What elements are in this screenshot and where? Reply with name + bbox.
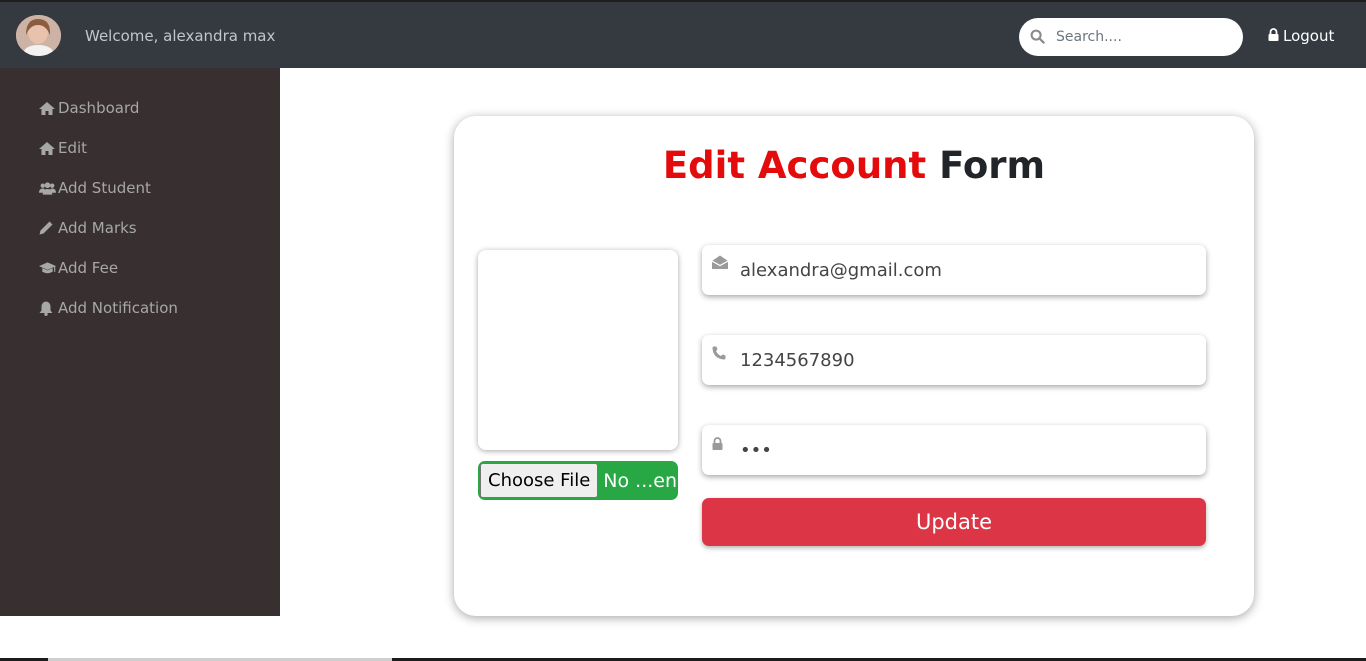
sidebar-item-add-student[interactable]: Add Student <box>39 177 151 199</box>
logout-button[interactable]: Logout <box>1268 27 1334 45</box>
file-input[interactable]: Choose File No ...en <box>478 461 678 500</box>
email-field[interactable] <box>702 245 1206 295</box>
search-box[interactable] <box>1019 18 1243 56</box>
lock-icon <box>1268 27 1279 45</box>
avatar[interactable] <box>16 15 61 56</box>
sidebar-item-add-fee[interactable]: Add Fee <box>39 257 118 279</box>
phone-field[interactable] <box>702 335 1206 385</box>
users-icon <box>39 180 56 196</box>
password-input[interactable] <box>740 435 1190 465</box>
sidebar-item-add-notification[interactable]: Add Notification <box>39 297 178 319</box>
sidebar-item-edit[interactable]: Edit <box>39 137 87 159</box>
sidebar-item-label: Add Fee <box>58 259 119 277</box>
top-navbar: Welcome, alexandra max Logout <box>0 0 1366 68</box>
edit-account-card: Edit Account Form Choose File No ...en a… <box>454 116 1254 616</box>
pencil-icon <box>39 220 56 236</box>
sidebar-item-label: Add Marks <box>58 219 137 237</box>
search-input[interactable] <box>1056 24 1226 50</box>
sidebar-item-label: Dashboard <box>58 99 140 117</box>
file-status-text: No ...en <box>603 469 678 492</box>
sidebar-item-label: Add Notification <box>58 299 178 317</box>
bell-icon <box>39 300 56 316</box>
sidebar-item-dashboard[interactable]: Dashboard <box>39 97 139 119</box>
choose-file-button[interactable]: Choose File <box>480 463 599 498</box>
update-button[interactable]: Update <box>702 498 1206 546</box>
form-title: Edit Account Form <box>454 144 1254 187</box>
welcome-text: Welcome, alexandra max <box>85 27 276 45</box>
profile-photo-preview <box>478 250 678 450</box>
logout-label: Logout <box>1283 27 1335 45</box>
graduation-cap-icon <box>39 260 56 276</box>
sidebar-item-label: Add Student <box>58 179 151 197</box>
sidebar-item-add-marks[interactable]: Add Marks <box>39 217 137 239</box>
sidebar: Dashboard Edit Add Student Add Marks Add… <box>0 68 280 616</box>
password-field[interactable] <box>702 425 1206 475</box>
phone-input[interactable] <box>740 345 1190 375</box>
search-icon <box>1030 29 1045 48</box>
envelope-icon <box>711 255 729 274</box>
home-icon <box>39 140 56 156</box>
phone-icon <box>712 345 726 364</box>
sidebar-item-label: Edit <box>58 139 88 157</box>
email-input[interactable] <box>740 255 1190 285</box>
home-icon <box>39 100 56 116</box>
form-title-rest: Form <box>939 144 1046 187</box>
form-title-accent: Edit Account <box>662 144 927 187</box>
lock-icon <box>712 435 723 454</box>
